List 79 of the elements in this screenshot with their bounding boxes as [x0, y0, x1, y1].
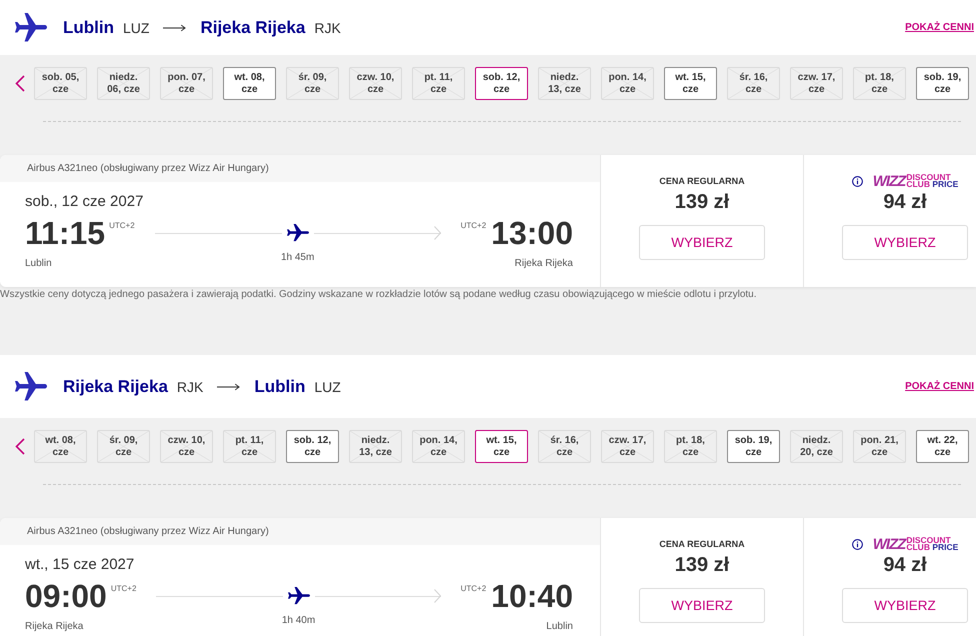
- arrival-city: Lublin: [546, 620, 573, 634]
- date-option[interactable]: sob. 05, cze: [34, 67, 87, 100]
- date-option[interactable]: czw. 10, cze: [160, 430, 213, 463]
- origin-code: LUZ: [122, 20, 150, 36]
- date-option[interactable]: pt. 18, cze: [853, 67, 906, 100]
- date-option[interactable]: pon. 14, cze: [601, 67, 654, 100]
- date-option[interactable]: niedz. 20, cze: [790, 430, 843, 463]
- airplane-icon: [288, 587, 310, 605]
- date-option[interactable]: wt. 15, cze: [475, 430, 528, 463]
- arrival-time: 10:40: [491, 580, 573, 612]
- date-option[interactable]: wt. 22, cze: [916, 430, 969, 463]
- date-option[interactable]: pt. 11, cze: [412, 67, 465, 100]
- date-option[interactable]: pon. 14, cze: [412, 430, 465, 463]
- date-option[interactable]: wt. 08, cze: [223, 67, 276, 100]
- select-button[interactable]: WYBIERZ: [639, 588, 765, 623]
- flight-date: wt., 15 cze 2027: [25, 556, 136, 574]
- aircraft-info: Airbus A321neo (obsługiwany przez Wizz Air Hungary): [0, 518, 600, 545]
- arrival-timezone: UTC+2: [460, 584, 486, 594]
- departure-city: Rijeka Rijeka: [25, 620, 84, 634]
- date-option[interactable]: sob. 12, cze: [475, 67, 528, 100]
- date-option[interactable]: niedz. 13, cze: [349, 430, 402, 463]
- arrival-time: 13:00: [491, 217, 573, 249]
- date-option[interactable]: pon. 21, cze: [853, 430, 906, 463]
- arrival-timezone: UTC+2: [460, 221, 486, 231]
- airplane-icon: [286, 224, 309, 242]
- date-option[interactable]: sob. 12, cze: [286, 430, 339, 463]
- fare-label: CENA REGULARNA: [659, 538, 745, 550]
- origin-city: Rijeka Rijeka: [63, 376, 168, 396]
- date-option[interactable]: czw. 17, cze: [790, 67, 843, 100]
- arrow-right-icon: [217, 382, 240, 390]
- date-option[interactable]: śr. 16, cze: [727, 67, 780, 100]
- date-option[interactable]: niedz. 06, cze: [97, 67, 150, 100]
- info-icon[interactable]: [852, 538, 863, 550]
- departure-timezone: UTC+2: [110, 584, 136, 594]
- fare-price: 94 zł: [883, 553, 927, 577]
- price-list-link[interactable]: POKAŻ CENNI: [905, 381, 974, 392]
- select-button[interactable]: WYBIERZ: [842, 588, 968, 623]
- select-button[interactable]: WYBIERZ: [639, 225, 765, 260]
- date-option[interactable]: pt. 18, cze: [664, 430, 717, 463]
- price-footnote: Wszystkie ceny dotyczą jednego pasażera i zawierają podatki. Godziny wskazane w rozkładzie lotów są podane według czasu obowiązującego w mieście odlotu i przylotu.: [0, 288, 758, 301]
- departure-time: 09:00: [25, 580, 107, 612]
- departure-city: Lublin: [25, 257, 53, 271]
- fare-price: 139 zł: [674, 190, 730, 214]
- flight-duration: 1h 40m: [282, 614, 316, 628]
- select-button[interactable]: WYBIERZ: [842, 225, 968, 260]
- date-option[interactable]: śr. 09, cze: [286, 67, 339, 100]
- fare-price: 94 zł: [883, 190, 927, 214]
- date-option[interactable]: wt. 15, cze: [664, 67, 717, 100]
- date-option[interactable]: pt. 11, cze: [223, 430, 276, 463]
- arrow-right-icon: [163, 24, 186, 32]
- destination-city: Rijeka Rijeka: [200, 18, 306, 38]
- info-icon[interactable]: [852, 176, 863, 186]
- departure-time: 11:15: [25, 217, 106, 249]
- flight-date: sob., 12 cze 2027: [25, 193, 144, 211]
- airplane-icon: [15, 12, 47, 42]
- chevron-left-icon[interactable]: [15, 438, 25, 455]
- fare-label: CENA REGULARNA: [659, 175, 745, 187]
- origin-city: Lublin: [63, 18, 114, 38]
- flight-duration: 1h 45m: [280, 251, 314, 265]
- date-option[interactable]: sob. 19, cze: [916, 67, 969, 100]
- date-option[interactable]: śr. 16, cze: [538, 430, 591, 463]
- date-option[interactable]: sob. 19, cze: [727, 430, 780, 463]
- date-option[interactable]: wt. 08, cze: [34, 430, 87, 463]
- destination-code: LUZ: [314, 378, 341, 394]
- date-option[interactable]: czw. 10, cze: [349, 67, 402, 100]
- date-option[interactable]: pon. 07, cze: [160, 67, 213, 100]
- departure-timezone: UTC+2: [109, 221, 135, 231]
- destination-code: RJK: [314, 20, 341, 36]
- date-option[interactable]: śr. 09, cze: [97, 430, 150, 463]
- fare-price: 139 zł: [674, 553, 730, 577]
- chevron-left-icon[interactable]: [15, 75, 25, 92]
- price-list-link[interactable]: POKAŻ CENNI: [905, 22, 974, 33]
- arrival-city: Rijeka Rijeka: [514, 257, 573, 271]
- aircraft-info: Airbus A321neo (obsługiwany przez Wizz Air Hungary): [0, 155, 600, 182]
- destination-city: Lublin: [254, 376, 306, 396]
- date-option[interactable]: niedz. 13, cze: [538, 67, 591, 100]
- airplane-icon: [15, 372, 47, 402]
- date-option[interactable]: czw. 17, cze: [601, 430, 654, 463]
- origin-code: RJK: [176, 378, 204, 394]
